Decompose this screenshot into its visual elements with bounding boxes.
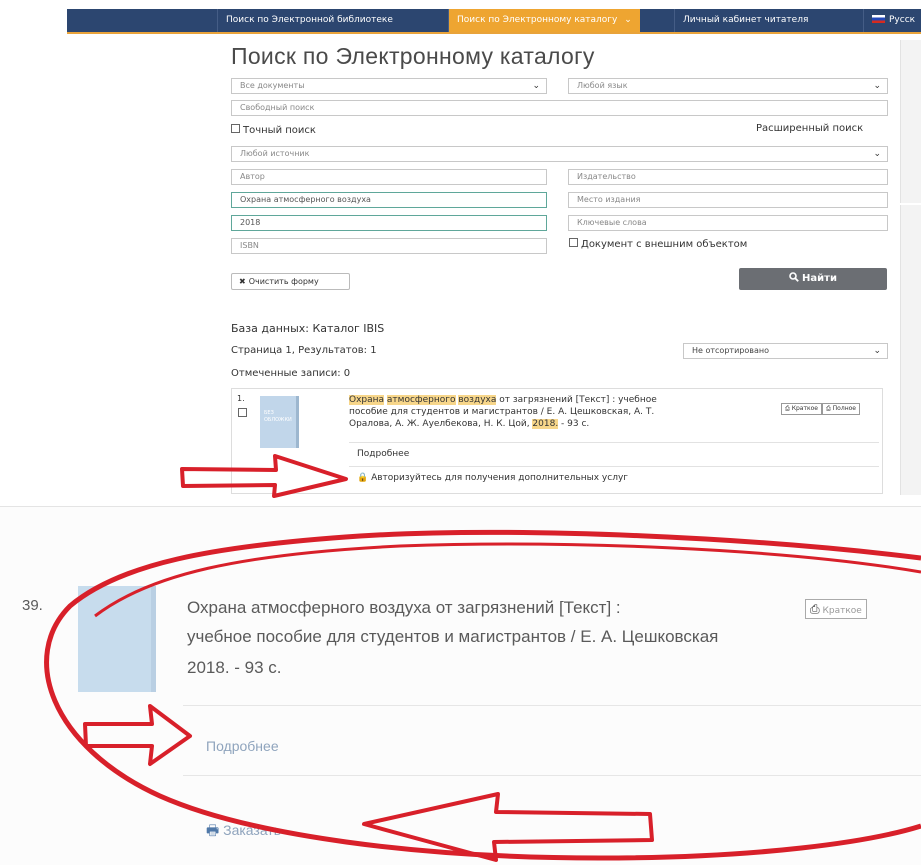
red-arrow-annotation <box>362 792 654 862</box>
divider <box>349 442 879 443</box>
advanced-search-link[interactable]: Расширенный поиск <box>756 123 863 134</box>
divider <box>349 466 879 467</box>
search-icon <box>789 272 799 282</box>
marked-records: Отмеченные записи: 0 <box>231 368 351 379</box>
nav-language[interactable]: Русск <box>863 9 921 32</box>
russia-flag-icon <box>872 15 885 23</box>
lock-icon: 🔒 <box>357 473 369 483</box>
page-title: Поиск по Электронному каталогу <box>231 43 595 69</box>
record-select-checkbox[interactable] <box>238 408 247 417</box>
details-link[interactable]: Подробнее <box>357 449 409 459</box>
exact-search-checkbox[interactable]: Точный поиск <box>231 124 316 136</box>
sidebar-panel <box>900 205 921 495</box>
sidebar-panel <box>900 40 921 203</box>
record-number: 1. <box>237 394 245 403</box>
chevron-down-icon: ⌄ <box>624 15 632 25</box>
clear-form-button[interactable]: ✖ Очистить форму <box>231 273 350 290</box>
record-format-buttons: ⎙ Краткое ⎙ Полное <box>779 395 860 415</box>
checkbox-icon <box>569 238 578 247</box>
free-search-input[interactable]: Свободный поиск <box>231 100 888 116</box>
checkbox-icon <box>231 124 240 133</box>
login-link[interactable]: 🔒 Авторизуйтесь для получения дополнител… <box>357 473 628 483</box>
publication-place-input[interactable]: Место издания <box>568 192 888 208</box>
source-select[interactable]: Любой источник ⌄ <box>231 146 888 162</box>
publisher-input[interactable]: Издательство <box>568 169 888 185</box>
isbn-input[interactable]: ISBN <box>231 238 547 254</box>
document-type-select[interactable]: Все документы ⌄ <box>231 78 547 94</box>
chevron-down-icon: ⌄ <box>873 346 881 356</box>
sort-select[interactable]: Не отсортировано ⌄ <box>683 343 888 359</box>
chevron-down-icon: ⌄ <box>873 81 881 91</box>
nav-electronic-catalog[interactable]: Поиск по Электронному каталогу ⌄ <box>448 9 640 32</box>
language-select[interactable]: Любой язык ⌄ <box>568 78 888 94</box>
chevron-down-icon: ⌄ <box>873 149 881 159</box>
cover-thumbnail: БЕЗ ОБЛОЖКИ <box>260 396 299 448</box>
title-input[interactable]: Охрана атмосферного воздуха <box>231 192 547 208</box>
red-arrow-annotation <box>180 454 348 498</box>
red-arrow-annotation <box>83 704 192 766</box>
external-object-checkbox[interactable]: Документ с внешним объектом <box>569 238 747 250</box>
page-info: Страница 1, Результатов: 1 <box>231 345 377 356</box>
find-button[interactable]: Найти <box>739 268 887 290</box>
nav-underline <box>67 32 921 34</box>
full-format-button[interactable]: ⎙ Полное <box>821 403 860 415</box>
top-navigation: Поиск по Электронной библиотеке Поиск по… <box>67 9 921 32</box>
author-input[interactable]: Автор <box>231 169 547 185</box>
nav-electronic-library[interactable]: Поиск по Электронной библиотеке <box>217 9 401 32</box>
brief-format-button[interactable]: ⎙ Краткое <box>781 403 822 415</box>
year-input[interactable]: 2018 <box>231 215 547 231</box>
record-title-link[interactable]: Охрана <box>349 395 385 405</box>
record-description: Охрана атмосферного воздуха от загрязнен… <box>349 395 657 429</box>
keywords-input[interactable]: Ключевые слова <box>568 215 888 231</box>
close-icon: ✖ <box>239 277 246 286</box>
chevron-down-icon: ⌄ <box>532 81 540 91</box>
nav-reader-account[interactable]: Личный кабинет читателя <box>674 9 816 32</box>
database-label: База данных: Каталог IBIS <box>231 322 385 335</box>
